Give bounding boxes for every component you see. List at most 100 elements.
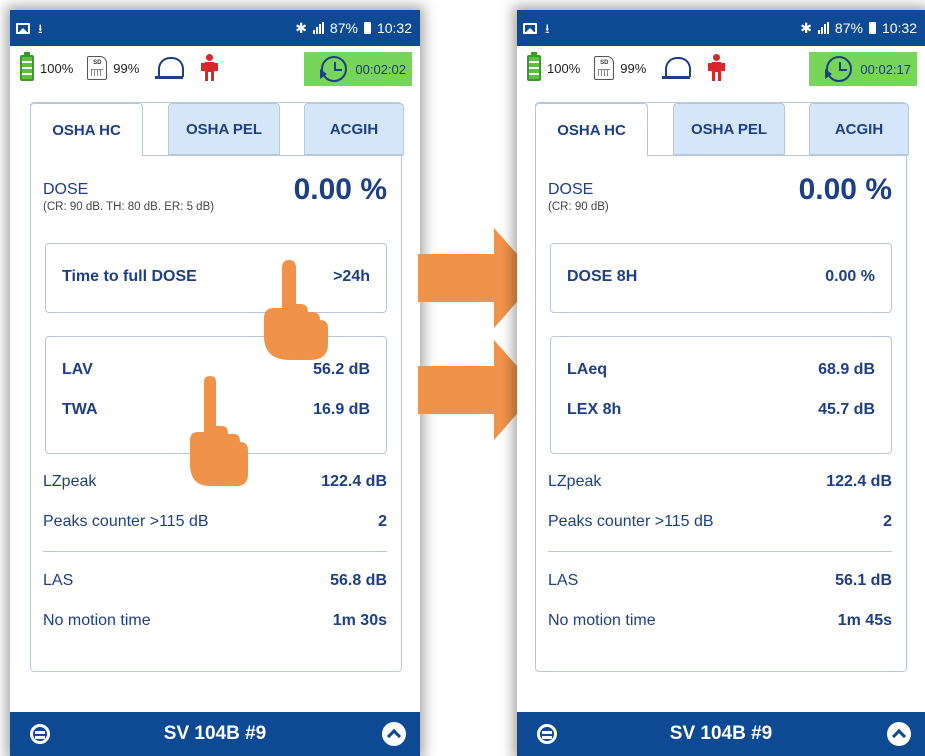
battery-icon [20, 52, 34, 81]
result-value: 0.00 % [825, 268, 875, 285]
measurement-timer[interactable]: 00:02:17 [809, 52, 917, 86]
tab-bar: OSHA HC OSHA PEL ACGIH [30, 103, 404, 156]
battery-icon [527, 52, 541, 81]
result-value: 56.1 dB [835, 572, 892, 589]
result-value: 2 [883, 513, 892, 530]
dose-value: 0.00 % [293, 173, 387, 206]
tab-osha-pel[interactable]: OSHA PEL [673, 103, 785, 155]
sd-card-icon: SD [87, 56, 108, 80]
result-label: TWA [62, 401, 98, 418]
logo-icon[interactable] [537, 724, 557, 744]
result-label: LZpeak [548, 473, 602, 490]
info-bar: 100% SD 99% 00:02:17 [517, 46, 925, 90]
result-value: >24h [333, 268, 370, 285]
image-icon [16, 22, 30, 34]
bluetooth-icon: ✱ [295, 19, 307, 36]
sd-card-icon: SD [594, 56, 615, 80]
result-label: LAV [62, 361, 93, 378]
clock-time: 10:32 [376, 20, 412, 36]
tab-osha-hc[interactable]: OSHA HC [535, 103, 648, 156]
signal-icon [312, 22, 324, 34]
result-value: 2 [378, 513, 387, 530]
image-icon [523, 22, 537, 34]
result-row: LAS 56.1 dB [548, 572, 892, 590]
results-card: OSHA HC OSHA PEL ACGIH DOSE (CR: 90 dB) … [535, 102, 909, 672]
battery-status-icon [363, 22, 371, 34]
tab-osha-pel[interactable]: OSHA PEL [168, 103, 280, 155]
result-value: 16.9 dB [313, 401, 370, 418]
info-bar: 100% SD 99% 00:02:02 [10, 46, 420, 90]
person-icon [201, 54, 219, 82]
result-label: LAS [548, 572, 579, 589]
battery-percent: 100% [40, 60, 74, 76]
laeq-lex-box[interactable]: LAeq 68.9 dB LEX 8h 45.7 dB [550, 336, 892, 454]
phone-screen-right: ⭳ ✱ 87% 10:32 100% SD 99% 00:02:17 OSHA … [517, 10, 925, 756]
result-value: 1m 45s [837, 612, 892, 629]
tab-bar: OSHA HC OSHA PEL ACGIH [535, 103, 909, 156]
result-row: LAS 56.8 dB [43, 572, 387, 590]
timer-value: 00:02:02 [355, 61, 406, 77]
device-name: SV 104B #9 [163, 723, 267, 744]
divider [548, 551, 892, 552]
tab-acgih[interactable]: ACGIH [809, 103, 909, 155]
result-value: 56.2 dB [313, 361, 370, 378]
result-row: No motion time 1m 30s [43, 612, 387, 630]
person-icon [708, 54, 726, 82]
signal-icon [817, 22, 829, 34]
sd-percent: 99% [620, 60, 647, 76]
sd-percent: 99% [113, 60, 140, 76]
time-to-full-dose-box[interactable]: Time to full DOSE >24h [45, 243, 387, 313]
result-row: Peaks counter >115 dB 2 [43, 513, 387, 531]
clock-icon [825, 56, 853, 82]
clock-icon [320, 56, 348, 82]
logo-icon[interactable] [30, 724, 50, 744]
result-label: LEX 8h [567, 401, 622, 418]
download-icon: ⭳ [545, 20, 550, 36]
result-row: LZpeak 122.4 dB [548, 473, 892, 491]
result-value: 45.7 dB [818, 401, 875, 418]
dose-8h-box[interactable]: DOSE 8H 0.00 % [550, 243, 892, 313]
result-label: Peaks counter >115 dB [548, 513, 714, 530]
hand-pointer-icon [264, 260, 328, 360]
result-value: 68.9 dB [818, 361, 875, 378]
result-label: LAeq [567, 361, 607, 378]
status-bar: ⭳ ✱ 87% 10:32 [10, 10, 420, 46]
result-label: Time to full DOSE [62, 268, 197, 285]
result-value: 1m 30s [332, 612, 387, 629]
alarm-icon [155, 57, 185, 79]
bottom-bar: SV 104B #9 [517, 712, 925, 756]
chevron-up-icon[interactable] [887, 722, 911, 746]
status-bar: ⭳ ✱ 87% 10:32 [517, 10, 925, 46]
hand-pointer-icon [190, 376, 248, 486]
result-value: 122.4 dB [826, 473, 892, 490]
result-row: No motion time 1m 45s [548, 612, 892, 630]
tab-acgih[interactable]: ACGIH [304, 103, 404, 155]
phone-screen-left: ⭳ ✱ 87% 10:32 100% SD 99% 00:02:02 OSHA … [10, 10, 420, 756]
divider [43, 551, 387, 552]
dose-value: 0.00 % [798, 173, 892, 206]
signal-percent: 87% [834, 20, 863, 36]
result-label: Peaks counter >115 dB [43, 513, 209, 530]
result-label: No motion time [43, 612, 151, 629]
tab-osha-hc[interactable]: OSHA HC [30, 103, 143, 156]
measurement-timer[interactable]: 00:02:02 [304, 52, 412, 86]
bottom-bar: SV 104B #9 [10, 712, 420, 756]
battery-percent: 100% [547, 60, 581, 76]
alarm-icon [662, 57, 692, 79]
result-label: LAS [43, 572, 74, 589]
chevron-up-icon[interactable] [382, 722, 406, 746]
signal-percent: 87% [329, 20, 358, 36]
clock-time: 10:32 [881, 20, 917, 36]
result-value: 56.8 dB [330, 572, 387, 589]
download-icon: ⭳ [38, 20, 43, 36]
stage: ⭳ ✱ 87% 10:32 100% SD 99% 00:02:02 OSHA … [0, 0, 925, 756]
device-name: SV 104B #9 [669, 723, 773, 744]
result-row: Peaks counter >115 dB 2 [548, 513, 892, 531]
result-label: DOSE 8H [567, 268, 638, 285]
timer-value: 00:02:17 [860, 61, 911, 77]
result-value: 122.4 dB [321, 473, 387, 490]
dose-section: DOSE (CR: 90 dB) 0.00 % [548, 173, 892, 213]
dose-section: DOSE (CR: 90 dB. TH: 80 dB. ER: 5 dB) 0.… [43, 173, 387, 213]
bluetooth-icon: ✱ [800, 19, 812, 36]
result-label: LZpeak [43, 473, 97, 490]
